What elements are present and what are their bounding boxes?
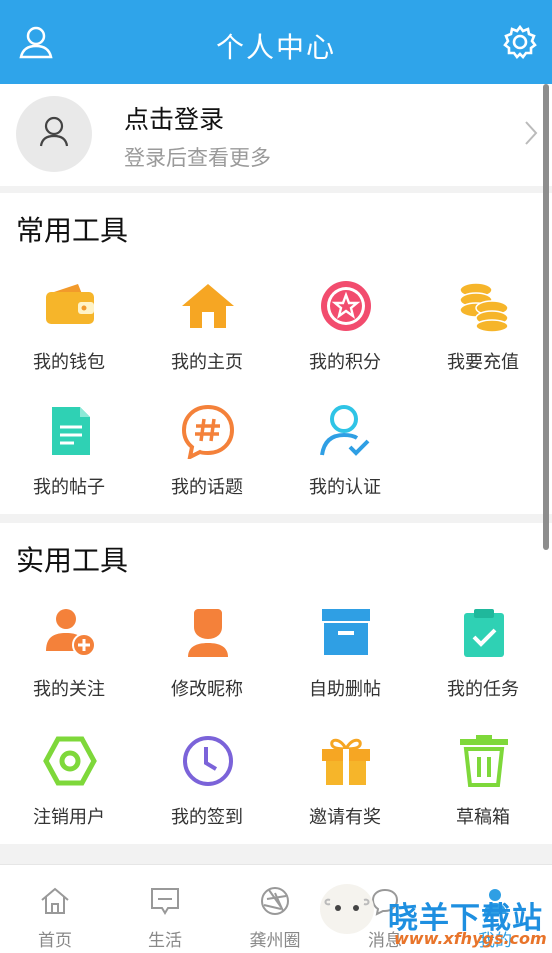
tool-label: 注销用户 xyxy=(33,807,105,828)
avatar[interactable] xyxy=(16,96,92,172)
tool-wallet[interactable]: 我的钱包 xyxy=(0,278,138,396)
tool-label: 草稿箱 xyxy=(456,807,510,828)
gift-icon xyxy=(318,733,374,789)
tool-verification[interactable]: 我的认证 xyxy=(276,403,414,521)
hashtag-icon xyxy=(180,403,236,461)
tool-deactivate[interactable]: 注销用户 xyxy=(0,733,138,851)
user-avatar-icon xyxy=(39,116,69,147)
practical-tools-section: 实用工具 我的关注 修改昵称 自助删帖 我的任务 注销用户 我的签到 邀请有奖 … xyxy=(0,523,552,844)
login-banner[interactable]: 点击登录 登录后查看更多 xyxy=(0,84,552,186)
coins-icon xyxy=(456,278,512,334)
star-badge-icon xyxy=(318,278,374,334)
section-title: 实用工具 xyxy=(16,544,129,577)
tool-invite[interactable]: 邀请有奖 xyxy=(276,733,414,851)
tool-topics[interactable]: 我的话题 xyxy=(138,403,276,521)
tool-label: 我的主页 xyxy=(171,352,243,373)
tool-label: 我的认证 xyxy=(309,477,381,498)
sheep-logo-icon xyxy=(320,884,374,934)
aperture-icon xyxy=(259,885,291,917)
login-subtitle: 登录后查看更多 xyxy=(124,146,271,170)
tool-recharge[interactable]: 我要充值 xyxy=(414,278,552,396)
edit-profile-icon xyxy=(180,605,236,661)
trash-bin-icon xyxy=(456,733,512,789)
tool-label: 我的任务 xyxy=(447,679,519,700)
tool-label: 邀请有奖 xyxy=(309,807,381,828)
tool-label: 我的话题 xyxy=(171,477,243,498)
hexagon-nut-icon xyxy=(42,733,98,789)
watermark: 晓羊下载站 www.xfhygs.com xyxy=(388,893,550,951)
tool-label: 我要充值 xyxy=(447,352,519,373)
tool-label: 我的帖子 xyxy=(33,477,105,498)
tool-label: 我的签到 xyxy=(171,807,243,828)
tab-label: 生活 xyxy=(148,931,182,951)
follow-user-icon xyxy=(42,605,98,661)
tab-label: 首页 xyxy=(38,931,72,951)
tool-label: 修改昵称 xyxy=(171,679,243,700)
tab-circle[interactable]: 龚州圈 xyxy=(220,865,330,953)
home-outline-icon xyxy=(39,885,71,917)
gear-icon[interactable] xyxy=(502,24,538,60)
tool-tasks[interactable]: 我的任务 xyxy=(414,605,552,723)
tool-label: 我的积分 xyxy=(309,352,381,373)
tool-label: 自助删帖 xyxy=(309,679,381,700)
archive-box-icon xyxy=(318,605,374,661)
page-title: 个人中心 xyxy=(215,31,336,64)
watermark-url: www.xfhygs.com xyxy=(394,929,547,948)
tool-checkin[interactable]: 我的签到 xyxy=(138,733,276,851)
common-tools-section: 常用工具 我的钱包 我的主页 我的积分 我要充值 我的帖子 我的话题 我的认证 xyxy=(0,193,552,514)
tab-life[interactable]: 生活 xyxy=(110,865,220,953)
document-icon xyxy=(42,403,98,459)
tool-posts[interactable]: 我的帖子 xyxy=(0,403,138,521)
tool-label: 我的关注 xyxy=(33,679,105,700)
tool-delete-post[interactable]: 自助删帖 xyxy=(276,605,414,723)
section-title: 常用工具 xyxy=(16,214,129,247)
verified-user-icon xyxy=(318,403,374,459)
tool-points[interactable]: 我的积分 xyxy=(276,278,414,396)
chevron-right-icon xyxy=(524,120,538,146)
scrollbar[interactable] xyxy=(543,84,549,550)
top-header: 个人中心 xyxy=(0,0,552,84)
home-icon xyxy=(180,278,236,334)
tool-edit-nickname[interactable]: 修改昵称 xyxy=(138,605,276,723)
login-title[interactable]: 点击登录 xyxy=(124,100,224,136)
tool-label: 我的钱包 xyxy=(33,352,105,373)
clock-icon xyxy=(180,733,236,789)
tool-homepage[interactable]: 我的主页 xyxy=(138,278,276,396)
wallet-icon xyxy=(42,278,98,334)
tab-label: 龚州圈 xyxy=(249,931,301,951)
tool-drafts[interactable]: 草稿箱 xyxy=(414,733,552,851)
tool-follow[interactable]: 我的关注 xyxy=(0,605,138,723)
tab-home[interactable]: 首页 xyxy=(0,865,110,953)
task-clipboard-icon xyxy=(456,605,512,661)
chat-square-icon xyxy=(149,885,181,917)
